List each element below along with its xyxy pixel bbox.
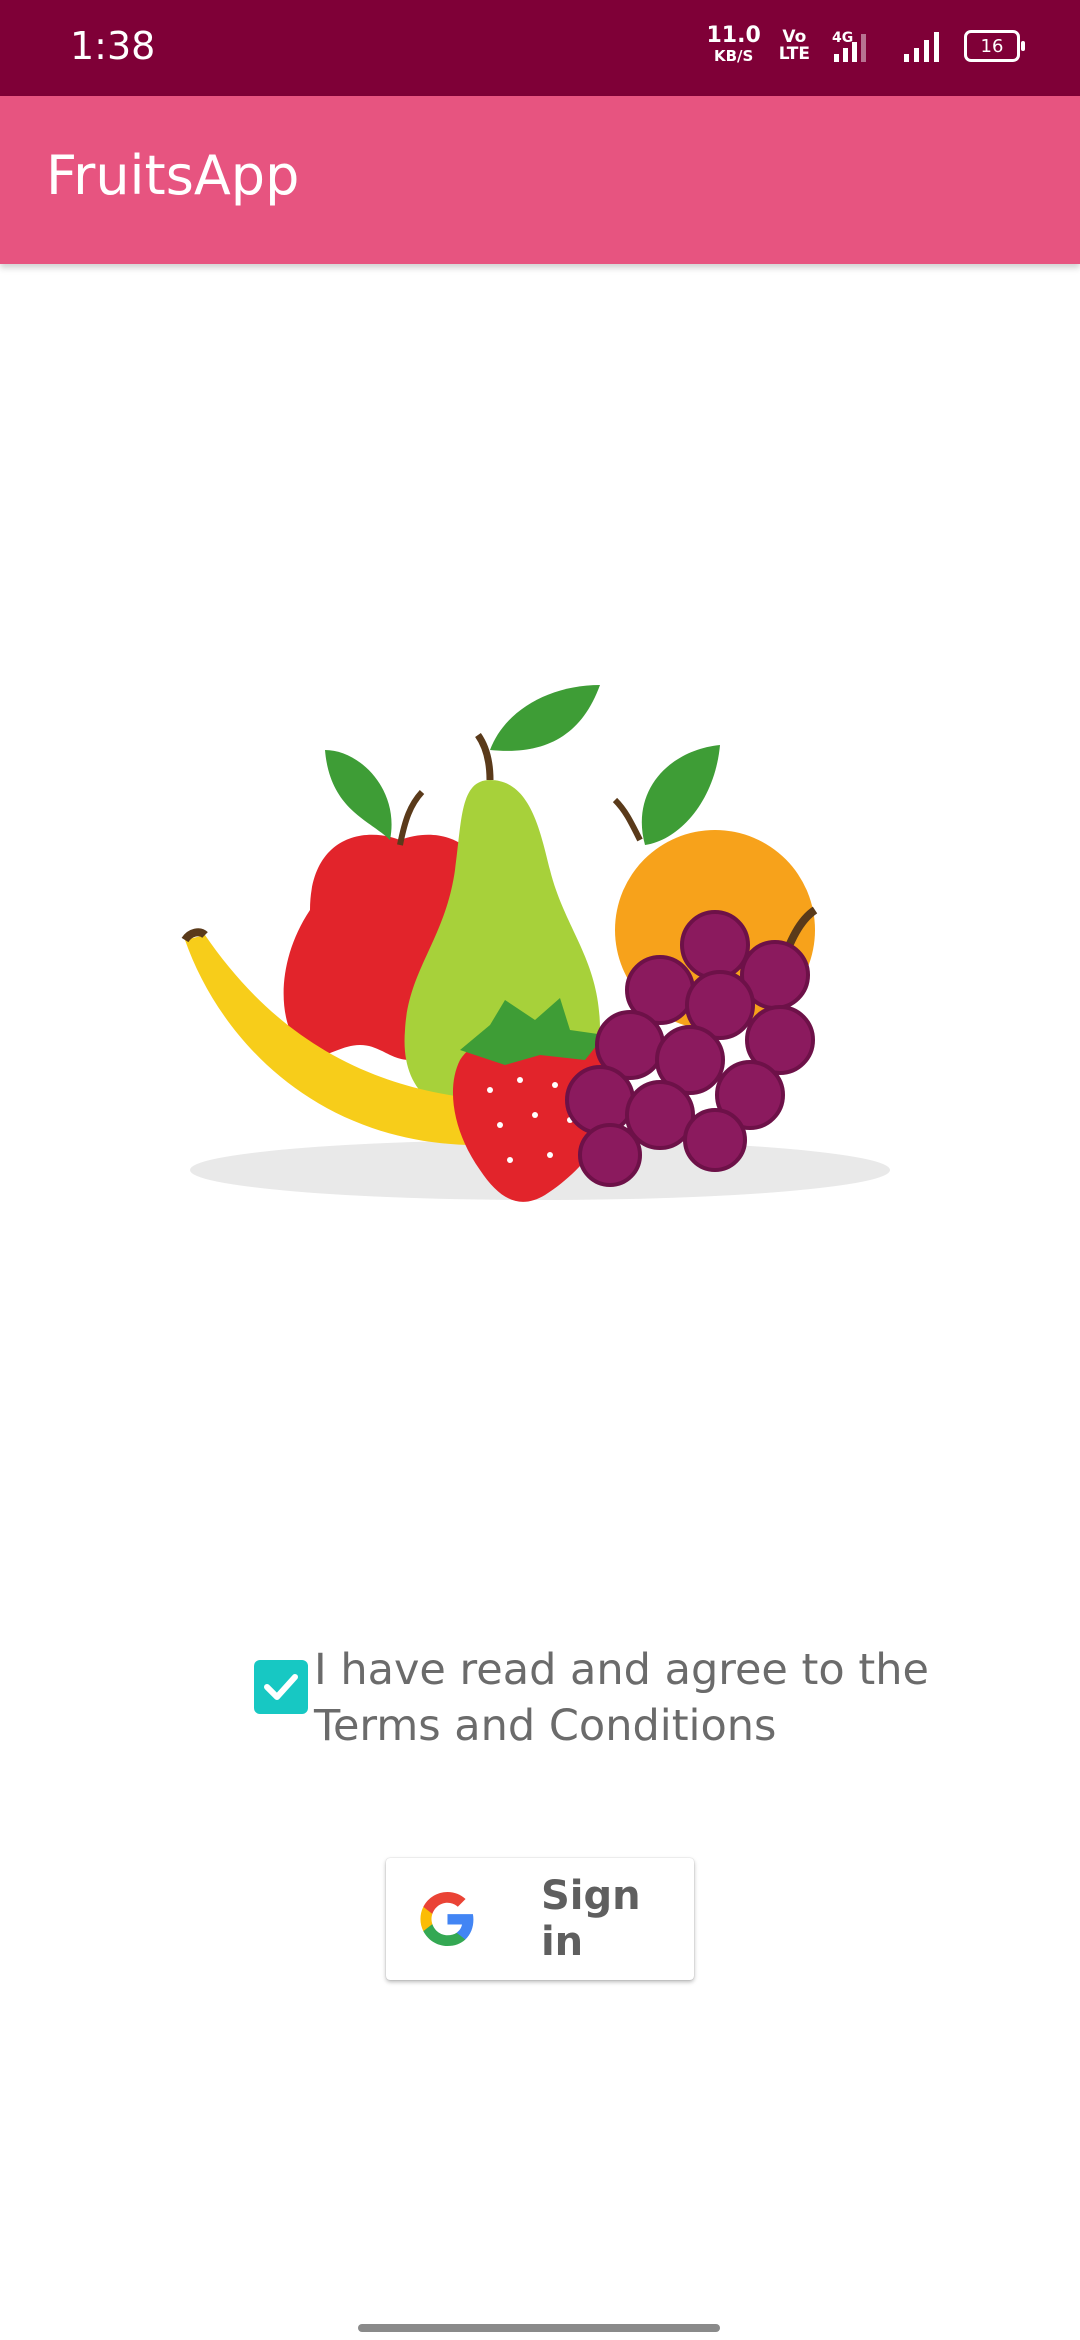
app-title: FruitsApp — [46, 144, 300, 207]
battery-level: 16 — [980, 35, 1004, 57]
net-speed-unit: KB/S — [713, 47, 754, 65]
terms-checkbox[interactable] — [254, 1660, 308, 1714]
terms-line-1: I have read and agree to the — [314, 1645, 929, 1695]
checkmark-icon — [264, 1674, 298, 1700]
terms-label: I have read and agree to the Terms and C… — [314, 1642, 929, 1754]
google-icon — [420, 1891, 474, 1947]
net-speed: 11.0 KB/S — [706, 23, 761, 66]
volte-icon: Vo LTE — [778, 27, 810, 64]
terms-line-2: Terms and Conditions — [314, 1701, 777, 1751]
status-icons: 11.0 KB/S Vo LTE 4G 16 — [706, 23, 1025, 66]
battery-icon: 16 — [964, 30, 1025, 62]
net-speed-value: 11.0 — [706, 23, 761, 48]
navigation-handle[interactable] — [358, 2324, 720, 2332]
signal-icon — [904, 32, 939, 62]
terms-agreement[interactable]: I have read and agree to the Terms and C… — [254, 1642, 954, 1754]
svg-text:4G: 4G — [832, 30, 853, 46]
status-time: 1:38 — [70, 24, 156, 68]
app-bar: FruitsApp — [0, 96, 1080, 264]
signal-4g-icon: 4G — [832, 30, 866, 62]
sign-in-label: Sign in — [540, 1873, 641, 1965]
fruits-illustration — [181, 685, 890, 1202]
grapes — [565, 906, 818, 1187]
status-bar: 1:38 11.0 KB/S Vo LTE 4G 16 — [0, 0, 1080, 96]
google-sign-in-button[interactable]: Sign in — [386, 1858, 694, 1980]
